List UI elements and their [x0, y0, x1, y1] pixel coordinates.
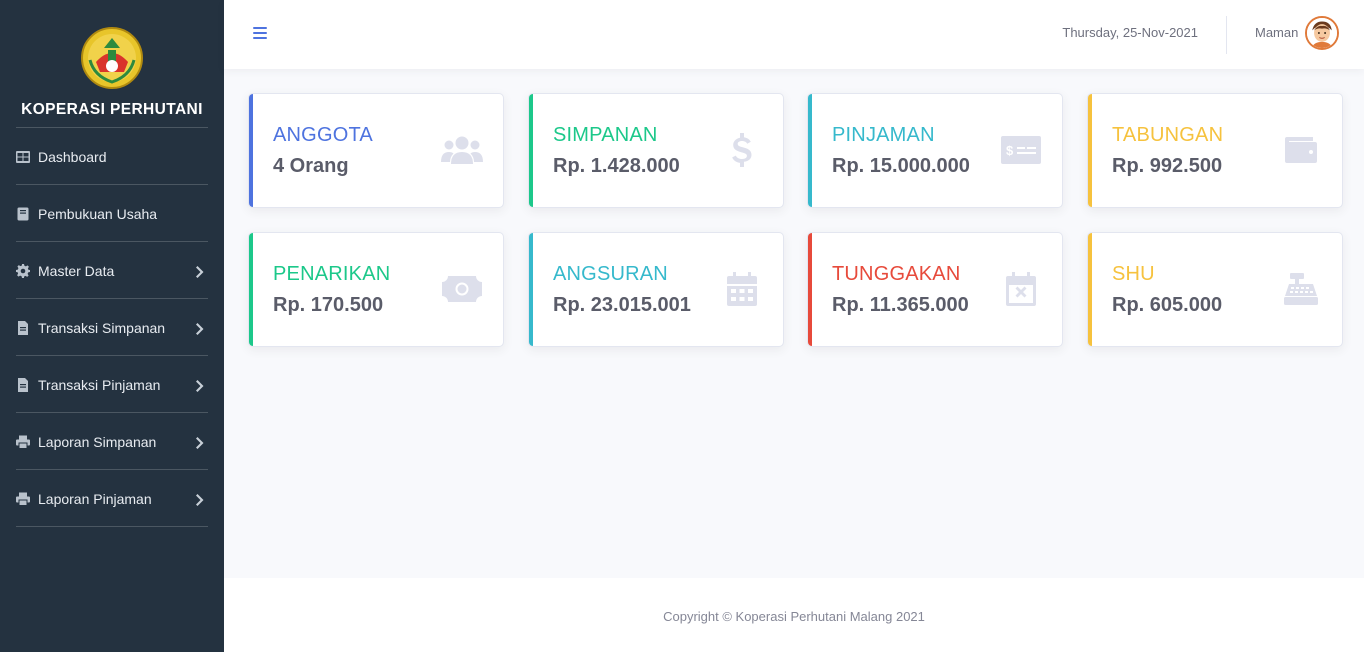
card-title: SHU — [1112, 263, 1155, 285]
wallet-icon — [1280, 132, 1322, 168]
stat-card-simpanan[interactable]: SIMPANAN Rp. 1.428.000 — [528, 93, 784, 208]
sidebar-item-label: Laporan Simpanan — [38, 433, 157, 450]
brand-name: KOPERASI PERHUTANI — [21, 101, 203, 118]
chevron-right-icon — [196, 436, 204, 449]
current-date: Thursday, 25-Nov-2021 — [1062, 25, 1198, 40]
topbar-divider — [1226, 16, 1227, 54]
card-title: ANGGOTA — [273, 124, 373, 146]
cash-register-icon — [1280, 271, 1322, 307]
file-icon — [16, 320, 30, 335]
stat-card-tunggakan[interactable]: TUNGGAKAN Rp. 11.365.000 — [807, 232, 1063, 347]
chevron-right-icon — [196, 379, 204, 392]
card-title: ANGSURAN — [553, 263, 668, 285]
card-title: PENARIKAN — [273, 263, 391, 285]
sidebar-item-dashboard[interactable]: Dashboard — [16, 128, 208, 185]
sidebar-item-label: Dashboard — [38, 148, 107, 165]
card-accent — [529, 94, 533, 207]
card-value: Rp. 15.000.000 — [832, 155, 970, 177]
gear-icon — [16, 263, 30, 278]
user-avatar[interactable] — [1305, 16, 1339, 50]
sidebar-item-label: Pembukuan Usaha — [38, 205, 158, 222]
hamburger-icon[interactable] — [253, 27, 267, 39]
stat-card-anggota[interactable]: ANGGOTA 4 Orang — [248, 93, 504, 208]
card-value: Rp. 170.500 — [273, 294, 384, 316]
money-check-icon: $ — [1000, 132, 1042, 168]
card-title: PINJAMAN — [832, 124, 935, 146]
file-icon — [16, 377, 30, 392]
topbar: Thursday, 25-Nov-2021 Maman — [224, 0, 1364, 69]
chevron-right-icon — [196, 322, 204, 335]
stat-card-pinjaman[interactable]: PINJAMAN Rp. 15.000.000 $ — [807, 93, 1063, 208]
book-icon — [16, 207, 30, 221]
koperasi-logo — [80, 26, 144, 90]
sidebar-item-laporan-pinjaman[interactable]: Laporan Pinjaman — [16, 470, 208, 527]
users-icon — [441, 132, 483, 168]
card-title: SIMPANAN — [553, 124, 658, 146]
card-accent — [1088, 233, 1092, 346]
sidebar-item-pembukuan-usaha[interactable]: Pembukuan Usaha — [16, 185, 208, 242]
sidebar-brand[interactable]: KOPERASI PERHUTANI — [0, 0, 224, 128]
dollar-icon — [721, 132, 763, 168]
card-accent — [1088, 94, 1092, 207]
card-accent — [249, 233, 253, 346]
sidebar-item-transaksi-pinjaman[interactable]: Transaksi Pinjaman — [16, 356, 208, 413]
print-icon — [16, 435, 30, 449]
sidebar-item-transaksi-simpanan[interactable]: Transaksi Simpanan — [16, 299, 208, 356]
card-accent — [808, 94, 812, 207]
card-accent — [529, 233, 533, 346]
print-icon — [16, 492, 30, 506]
card-accent — [808, 233, 812, 346]
copyright-text: Copyright © Koperasi Perhutani Malang 20… — [663, 609, 925, 624]
card-title: TUNGGAKAN — [832, 263, 961, 285]
stat-card-shu[interactable]: SHU Rp. 605.000 — [1087, 232, 1343, 347]
sidebar-item-master-data[interactable]: Master Data — [16, 242, 208, 299]
dashboard-icon — [16, 150, 30, 164]
card-value: Rp. 23.015.001 — [553, 294, 691, 316]
card-value: Rp. 605.000 — [1112, 294, 1223, 316]
calendar-icon — [721, 271, 763, 307]
card-title: TABUNGAN — [1112, 124, 1224, 146]
sidebar-item-label: Transaksi Pinjaman — [38, 376, 161, 393]
card-value: Rp. 992.500 — [1112, 155, 1223, 177]
sidebar-item-label: Laporan Pinjaman — [38, 490, 152, 507]
card-value: Rp. 1.428.000 — [553, 155, 680, 177]
chevron-right-icon — [196, 265, 204, 278]
money-bill-icon — [441, 271, 483, 307]
chevron-right-icon — [196, 493, 204, 506]
card-value: Rp. 11.365.000 — [832, 294, 969, 316]
sidebar-item-laporan-simpanan[interactable]: Laporan Simpanan — [16, 413, 208, 470]
sidebar: KOPERASI PERHUTANI Dashboard Pembukuan U… — [0, 0, 224, 652]
stat-card-angsuran[interactable]: ANGSURAN Rp. 23.015.001 — [528, 232, 784, 347]
user-name[interactable]: Maman — [1255, 25, 1298, 40]
card-value: 4 Orang — [273, 155, 349, 177]
footer: Copyright © Koperasi Perhutani Malang 20… — [224, 578, 1364, 652]
calendar-times-icon — [1000, 271, 1042, 307]
stat-card-tabungan[interactable]: TABUNGAN Rp. 992.500 — [1087, 93, 1343, 208]
svg-text:$: $ — [1006, 143, 1014, 158]
sidebar-item-label: Transaksi Simpanan — [38, 319, 166, 336]
card-accent — [249, 94, 253, 207]
sidebar-item-label: Master Data — [38, 262, 115, 279]
stat-card-penarikan[interactable]: PENARIKAN Rp. 170.500 — [248, 232, 504, 347]
